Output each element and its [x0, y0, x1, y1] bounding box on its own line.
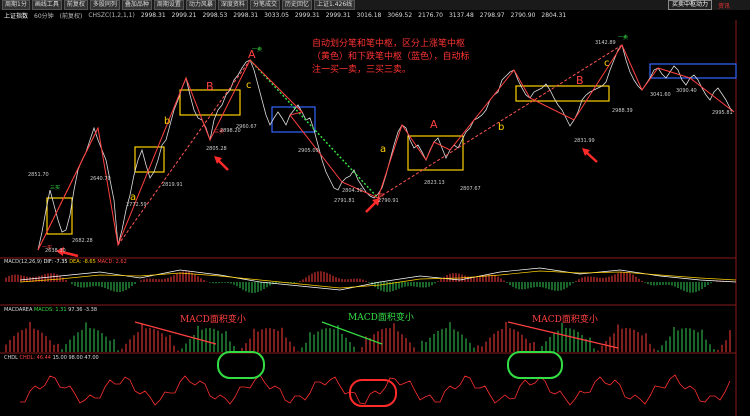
label-b: b — [498, 122, 505, 133]
yellow-center-1 — [46, 197, 73, 235]
label-a: a — [380, 144, 387, 155]
highlight-ellipse — [217, 351, 265, 379]
price-label: 2807.67 — [460, 186, 481, 192]
price-label: 2905.09 — [298, 148, 319, 154]
price-label: 2790.91 — [378, 198, 399, 204]
price-label: 2772.59 — [126, 202, 147, 208]
price-label: 2960.67 — [236, 124, 257, 130]
price-label: 3090.40 — [676, 88, 697, 94]
label-b: b — [164, 116, 171, 127]
area-val: -3.38 — [84, 307, 97, 313]
price-label: 2819.91 — [162, 182, 183, 188]
chdl-name: CHDL — [4, 355, 18, 361]
macd-dea: DEA: -8.65 — [69, 259, 96, 265]
price-label: 2988.39 — [612, 108, 633, 114]
pen-line — [117, 59, 251, 246]
label-B: B — [576, 74, 584, 87]
label-A: A — [430, 118, 438, 131]
macd-dif: DIF: -7.35 — [43, 259, 68, 265]
macd-name: MACD(12,26,9) — [4, 259, 42, 265]
price-label: 2831.99 — [574, 138, 595, 144]
macd-note: MACD面积变小 — [532, 315, 598, 325]
annotation-line: （黄色）和下跌笔中枢（蓝色），自动标 — [312, 52, 470, 62]
price-label: 2851.70 — [28, 172, 49, 178]
area-name: MACDAREA — [4, 307, 33, 313]
buy3-marker: 三买 — [50, 185, 61, 191]
macd-title: MACD(12,26,9) DIF: -7.35 DEA: -8.65 MACD… — [4, 259, 127, 265]
price-label: 2791.81 — [334, 198, 355, 204]
sell1-marker: 一卖 — [618, 35, 629, 41]
chdl-val: 47.00 — [84, 355, 99, 361]
annotation-line: 注一买一卖，三买三卖。 — [312, 65, 412, 75]
yellow-center-5 — [515, 85, 610, 102]
macd-note: MACD面积变小 — [180, 315, 246, 325]
sell1-marker: 一卖 — [252, 47, 263, 53]
divergence-line — [507, 321, 619, 349]
label-c: c — [604, 58, 610, 69]
price-label: 2804.30 — [342, 188, 363, 194]
price-label: 2823.13 — [424, 180, 445, 186]
red-arrow-icon — [582, 148, 598, 163]
yellow-center-4 — [407, 135, 464, 171]
divergence-line — [321, 321, 383, 345]
area-label: MACDS: 1.31 — [33, 307, 67, 313]
price-label: 2805.28 — [206, 146, 227, 152]
macd-value: MACD: 2.62 — [97, 259, 127, 265]
highlight-ellipse — [349, 379, 397, 407]
annotation-line: 自动划分笔和笔中枢，区分上涨笔中枢 — [312, 39, 466, 49]
yellow-center-3 — [179, 89, 241, 116]
chdl-title: CHDL CHDL: 46.44 15.00 98.00 47.00 — [4, 355, 99, 361]
price-label: 2682.28 — [72, 238, 93, 244]
price-label: 3041.60 — [650, 92, 671, 98]
chdl-val: CHDL: 46.44 — [19, 355, 51, 361]
macd-area-title: MACDAREA MACDS: 1.31 97.36 -3.38 — [4, 307, 97, 313]
label-B: B — [206, 80, 214, 93]
red-arrow-icon — [214, 156, 229, 171]
macd-area-bars — [5, 322, 731, 352]
highlight-ellipse — [507, 351, 563, 379]
chdl-val: 15.00 — [52, 355, 67, 361]
area-val: 97.36 — [68, 307, 83, 313]
price-label: 3142.89 — [595, 40, 616, 46]
chdl-val: 98.00 — [68, 355, 83, 361]
macd-dea-line — [19, 270, 737, 289]
price-label: 2638.30 — [45, 248, 66, 254]
price-label: 2640.70 — [90, 176, 111, 182]
divergence-line — [134, 321, 217, 345]
macd-note: MACD面积变小 — [348, 313, 414, 323]
annotation-text: 自动划分笔和笔中枢，区分上涨笔中枢 （黄色）和下跌笔中枢（蓝色），自动标 注一买… — [312, 38, 470, 77]
label-c: c — [246, 80, 252, 91]
price-label: 2995.81 — [712, 110, 733, 116]
